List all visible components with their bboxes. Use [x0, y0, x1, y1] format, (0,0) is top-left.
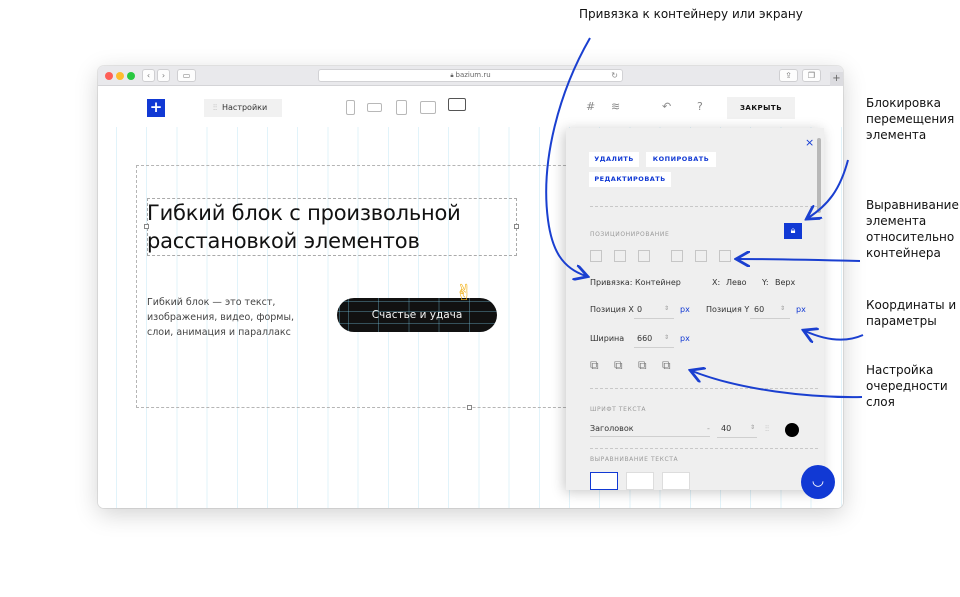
share-icon[interactable]: ⇪ — [779, 69, 798, 82]
pos-x-underline — [634, 318, 674, 319]
font-size-stepper[interactable]: ⇕ — [750, 424, 755, 431]
align-bottom-icon[interactable] — [719, 250, 731, 262]
font-style-select[interactable]: Заголовок — [590, 424, 710, 437]
width-label: Ширина — [590, 334, 625, 343]
anchor-select[interactable]: Контейнер — [635, 278, 681, 287]
x-label: X: — [712, 278, 721, 287]
text-align-section-label: ВЫРАВНИВАНИЕ ТЕКСТА — [590, 456, 679, 463]
mobile-portrait-icon[interactable] — [346, 100, 355, 115]
font-size-underline — [717, 437, 757, 438]
divider — [590, 448, 818, 449]
annotation-align: Выравнивание элемента относительно конте… — [866, 198, 959, 260]
reload-icon[interactable]: ↻ — [611, 70, 618, 81]
mobile-landscape-icon[interactable] — [367, 103, 382, 112]
chat-support-button[interactable]: ◡ — [801, 465, 835, 499]
forward-icon[interactable]: › — [157, 69, 170, 82]
help-icon[interactable]: ? — [697, 100, 703, 113]
browser-window: ‹ › ▭ 🔒︎ bazium.ru ↻ ⇪ ❐ + + ⫶⫶ Настройки … — [98, 66, 843, 508]
bring-forward-icon[interactable]: ⧉ — [614, 358, 623, 373]
width-unit[interactable]: px — [680, 334, 690, 343]
align-left-icon[interactable] — [590, 250, 602, 262]
edit-button[interactable]: РЕДАКТИРОВАТЬ — [589, 172, 671, 187]
x-align-select[interactable]: Лево — [726, 278, 747, 287]
bring-to-front-icon[interactable]: ⧉ — [590, 358, 599, 373]
browser-chrome: ‹ › ▭ 🔒︎ bazium.ru ↻ ⇪ ❐ + — [98, 66, 843, 86]
tablet-landscape-icon[interactable] — [420, 101, 436, 114]
panel-scrollbar[interactable] — [817, 138, 821, 213]
maximize-window-dot[interactable] — [127, 72, 135, 80]
text-align-right-button[interactable] — [662, 472, 690, 490]
font-size-input[interactable]: 40 — [721, 424, 731, 433]
block-body-text[interactable]: Гибкий блок — это текст, изображения, ви… — [147, 295, 322, 340]
grid-icon[interactable]: # — [586, 100, 595, 113]
align-top-icon[interactable] — [671, 250, 683, 262]
tabs-icon[interactable]: ❐ — [802, 69, 821, 82]
copy-button[interactable]: КОПИРОВАТЬ — [646, 152, 716, 167]
pos-x-stepper[interactable]: ⇕ — [664, 305, 669, 312]
close-editor-button[interactable]: ЗАКРЫТЬ — [727, 97, 795, 119]
divider — [590, 206, 818, 207]
font-section-label: ШРИФТ ТЕКСТА — [590, 406, 647, 413]
chat-icon: ◡ — [811, 473, 825, 489]
align-center-horizontal-icon[interactable] — [614, 250, 626, 262]
text-align-left-button[interactable] — [590, 472, 618, 490]
annotation-lock: Блокировка перемещения элемента — [866, 96, 955, 142]
minimize-window-dot[interactable] — [116, 72, 124, 80]
send-to-back-icon[interactable]: ⧉ — [662, 358, 671, 373]
address-bar[interactable]: 🔒︎ bazium.ru ↻ — [318, 69, 623, 82]
settings-label: Настройки — [222, 103, 268, 112]
width-underline — [634, 347, 674, 348]
annotation-layers: Настройка очередности слоя — [866, 363, 948, 409]
url-text: bazium.ru — [455, 71, 491, 79]
pos-y-stepper[interactable]: ⇕ — [780, 305, 785, 312]
pos-x-unit[interactable]: px — [680, 305, 690, 314]
block-heading[interactable]: Гибкий блок с произвольной расстановкой … — [147, 199, 527, 255]
divider — [590, 388, 818, 389]
pos-y-input[interactable]: 60 — [754, 305, 764, 314]
annotation-anchor: Привязка к контейнеру или экрану — [579, 7, 803, 21]
y-align-select[interactable]: Верх — [775, 278, 795, 287]
send-backward-icon[interactable]: ⧉ — [638, 358, 647, 373]
victory-hand-icon: ✌ — [455, 281, 474, 306]
positioning-section-label: ПОЗИЦИОНИРОВАНИЕ — [590, 231, 670, 238]
undo-icon[interactable]: ↶ — [662, 100, 671, 113]
lock-icon: 🔒︎ — [450, 72, 454, 79]
align-right-icon[interactable] — [638, 250, 650, 262]
typography-sliders-icon[interactable]: ⫶⫶ — [765, 424, 769, 434]
lock-icon[interactable]: 🔒︎ — [784, 223, 802, 239]
width-stepper[interactable]: ⇕ — [664, 334, 669, 341]
editor-toolbar: + ⫶⫶ Настройки # ≋ ↶ ? ЗАКРЫТЬ — [98, 87, 843, 127]
sliders-icon: ⫶⫶ — [213, 103, 217, 112]
settings-button[interactable]: ⫶⫶ Настройки — [204, 99, 282, 117]
text-color-swatch[interactable] — [785, 423, 799, 437]
close-window-dot[interactable] — [105, 72, 113, 80]
font-separator: - — [707, 424, 710, 433]
delete-button[interactable]: УДАЛИТЬ — [589, 152, 639, 167]
annotation-coords: Координаты и параметры — [866, 298, 957, 328]
new-tab-icon[interactable]: + — [830, 72, 843, 86]
element-settings-panel: × УДАЛИТЬ КОПИРОВАТЬ РЕДАКТИРОВАТЬ ПОЗИЦ… — [566, 128, 824, 490]
pos-y-underline — [750, 318, 790, 319]
sidebar-icon[interactable]: ▭ — [177, 69, 196, 82]
align-middle-icon[interactable] — [695, 250, 707, 262]
pos-y-label: Позиция Y — [706, 305, 750, 314]
width-input[interactable]: 660 — [637, 334, 652, 343]
pos-x-input[interactable]: 0 — [637, 305, 642, 314]
resize-handle[interactable] — [467, 405, 472, 410]
pos-y-unit[interactable]: px — [796, 305, 806, 314]
text-align-center-button[interactable] — [626, 472, 654, 490]
layers-icon[interactable]: ≋ — [611, 100, 620, 113]
y-label: Y: — [762, 278, 769, 287]
pos-x-label: Позиция X — [590, 305, 634, 314]
anchor-label: Привязка: — [590, 278, 633, 287]
add-element-button[interactable]: + — [147, 99, 165, 117]
back-icon[interactable]: ‹ — [142, 69, 155, 82]
close-icon[interactable]: × — [805, 136, 814, 149]
desktop-icon[interactable] — [448, 98, 466, 111]
tablet-portrait-icon[interactable] — [396, 100, 407, 115]
